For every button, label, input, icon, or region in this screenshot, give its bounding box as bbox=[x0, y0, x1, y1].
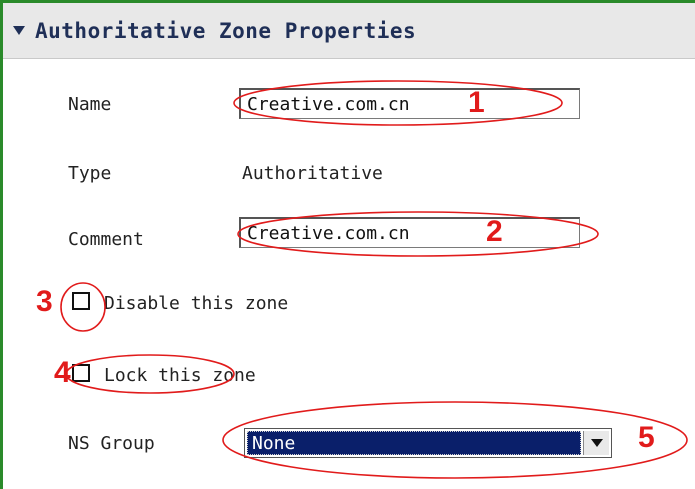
annotation-number-4: 4 bbox=[54, 356, 71, 389]
annotation-number-1: 1 bbox=[468, 86, 485, 119]
disable-zone-label: Disable this zone bbox=[104, 293, 289, 314]
ns-group-dropdown-button[interactable] bbox=[583, 431, 609, 455]
annotation-number-2: 2 bbox=[486, 215, 503, 248]
name-label: Name bbox=[68, 94, 112, 115]
name-input[interactable] bbox=[239, 88, 580, 119]
panel-header[interactable]: Authoritative Zone Properties bbox=[3, 3, 695, 59]
chevron-down-icon bbox=[590, 439, 603, 447]
ns-group-select[interactable]: None bbox=[244, 428, 612, 458]
type-label: Type bbox=[68, 163, 112, 184]
annotation-number-5: 5 bbox=[638, 421, 655, 454]
lock-zone-checkbox[interactable] bbox=[72, 364, 90, 382]
collapse-triangle-icon[interactable] bbox=[13, 26, 25, 35]
disable-zone-checkbox[interactable] bbox=[72, 292, 90, 310]
comment-label: Comment bbox=[68, 229, 144, 250]
ns-group-selected-value: None bbox=[247, 431, 581, 455]
annotation-number-3: 3 bbox=[36, 285, 53, 318]
comment-input[interactable] bbox=[239, 217, 580, 248]
lock-zone-label: Lock this zone bbox=[104, 365, 256, 386]
type-value: Authoritative bbox=[242, 163, 383, 184]
panel-title: Authoritative Zone Properties bbox=[35, 18, 417, 43]
ns-group-label: NS Group bbox=[68, 433, 155, 454]
